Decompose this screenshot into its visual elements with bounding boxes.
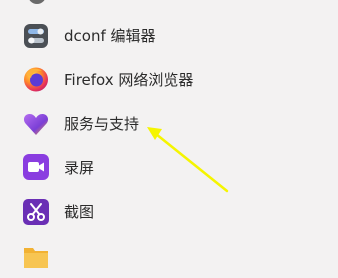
menu-item-label: 截图 xyxy=(64,203,95,221)
menu-item-firefox[interactable]: Firefox 网络浏览器 xyxy=(0,58,338,102)
menu-item-partial[interactable] xyxy=(0,234,338,278)
dconf-editor-icon xyxy=(22,22,50,50)
menu-item-service-support[interactable]: 服务与支持 xyxy=(0,102,338,146)
service-support-heart-icon xyxy=(22,110,50,138)
application-menu: dconf 编辑器 Firefox 网络浏览器 服务与支持 录屏 截图 xyxy=(0,0,338,268)
menu-item-label: 服务与支持 xyxy=(64,115,140,133)
partial-app-icon xyxy=(28,0,46,4)
menu-item-label: Firefox 网络浏览器 xyxy=(64,71,194,89)
firefox-icon xyxy=(22,65,50,93)
menu-item-label: 录屏 xyxy=(64,159,95,177)
menu-item-screen-recorder[interactable]: 录屏 xyxy=(0,146,338,190)
screen-recorder-icon xyxy=(22,153,50,181)
menu-item-label: dconf 编辑器 xyxy=(64,27,156,45)
menu-item-dconf-editor[interactable]: dconf 编辑器 xyxy=(0,14,338,58)
screenshot-scissors-icon xyxy=(22,198,50,226)
menu-item-screenshot[interactable]: 截图 xyxy=(0,190,338,234)
folder-icon xyxy=(22,242,50,270)
